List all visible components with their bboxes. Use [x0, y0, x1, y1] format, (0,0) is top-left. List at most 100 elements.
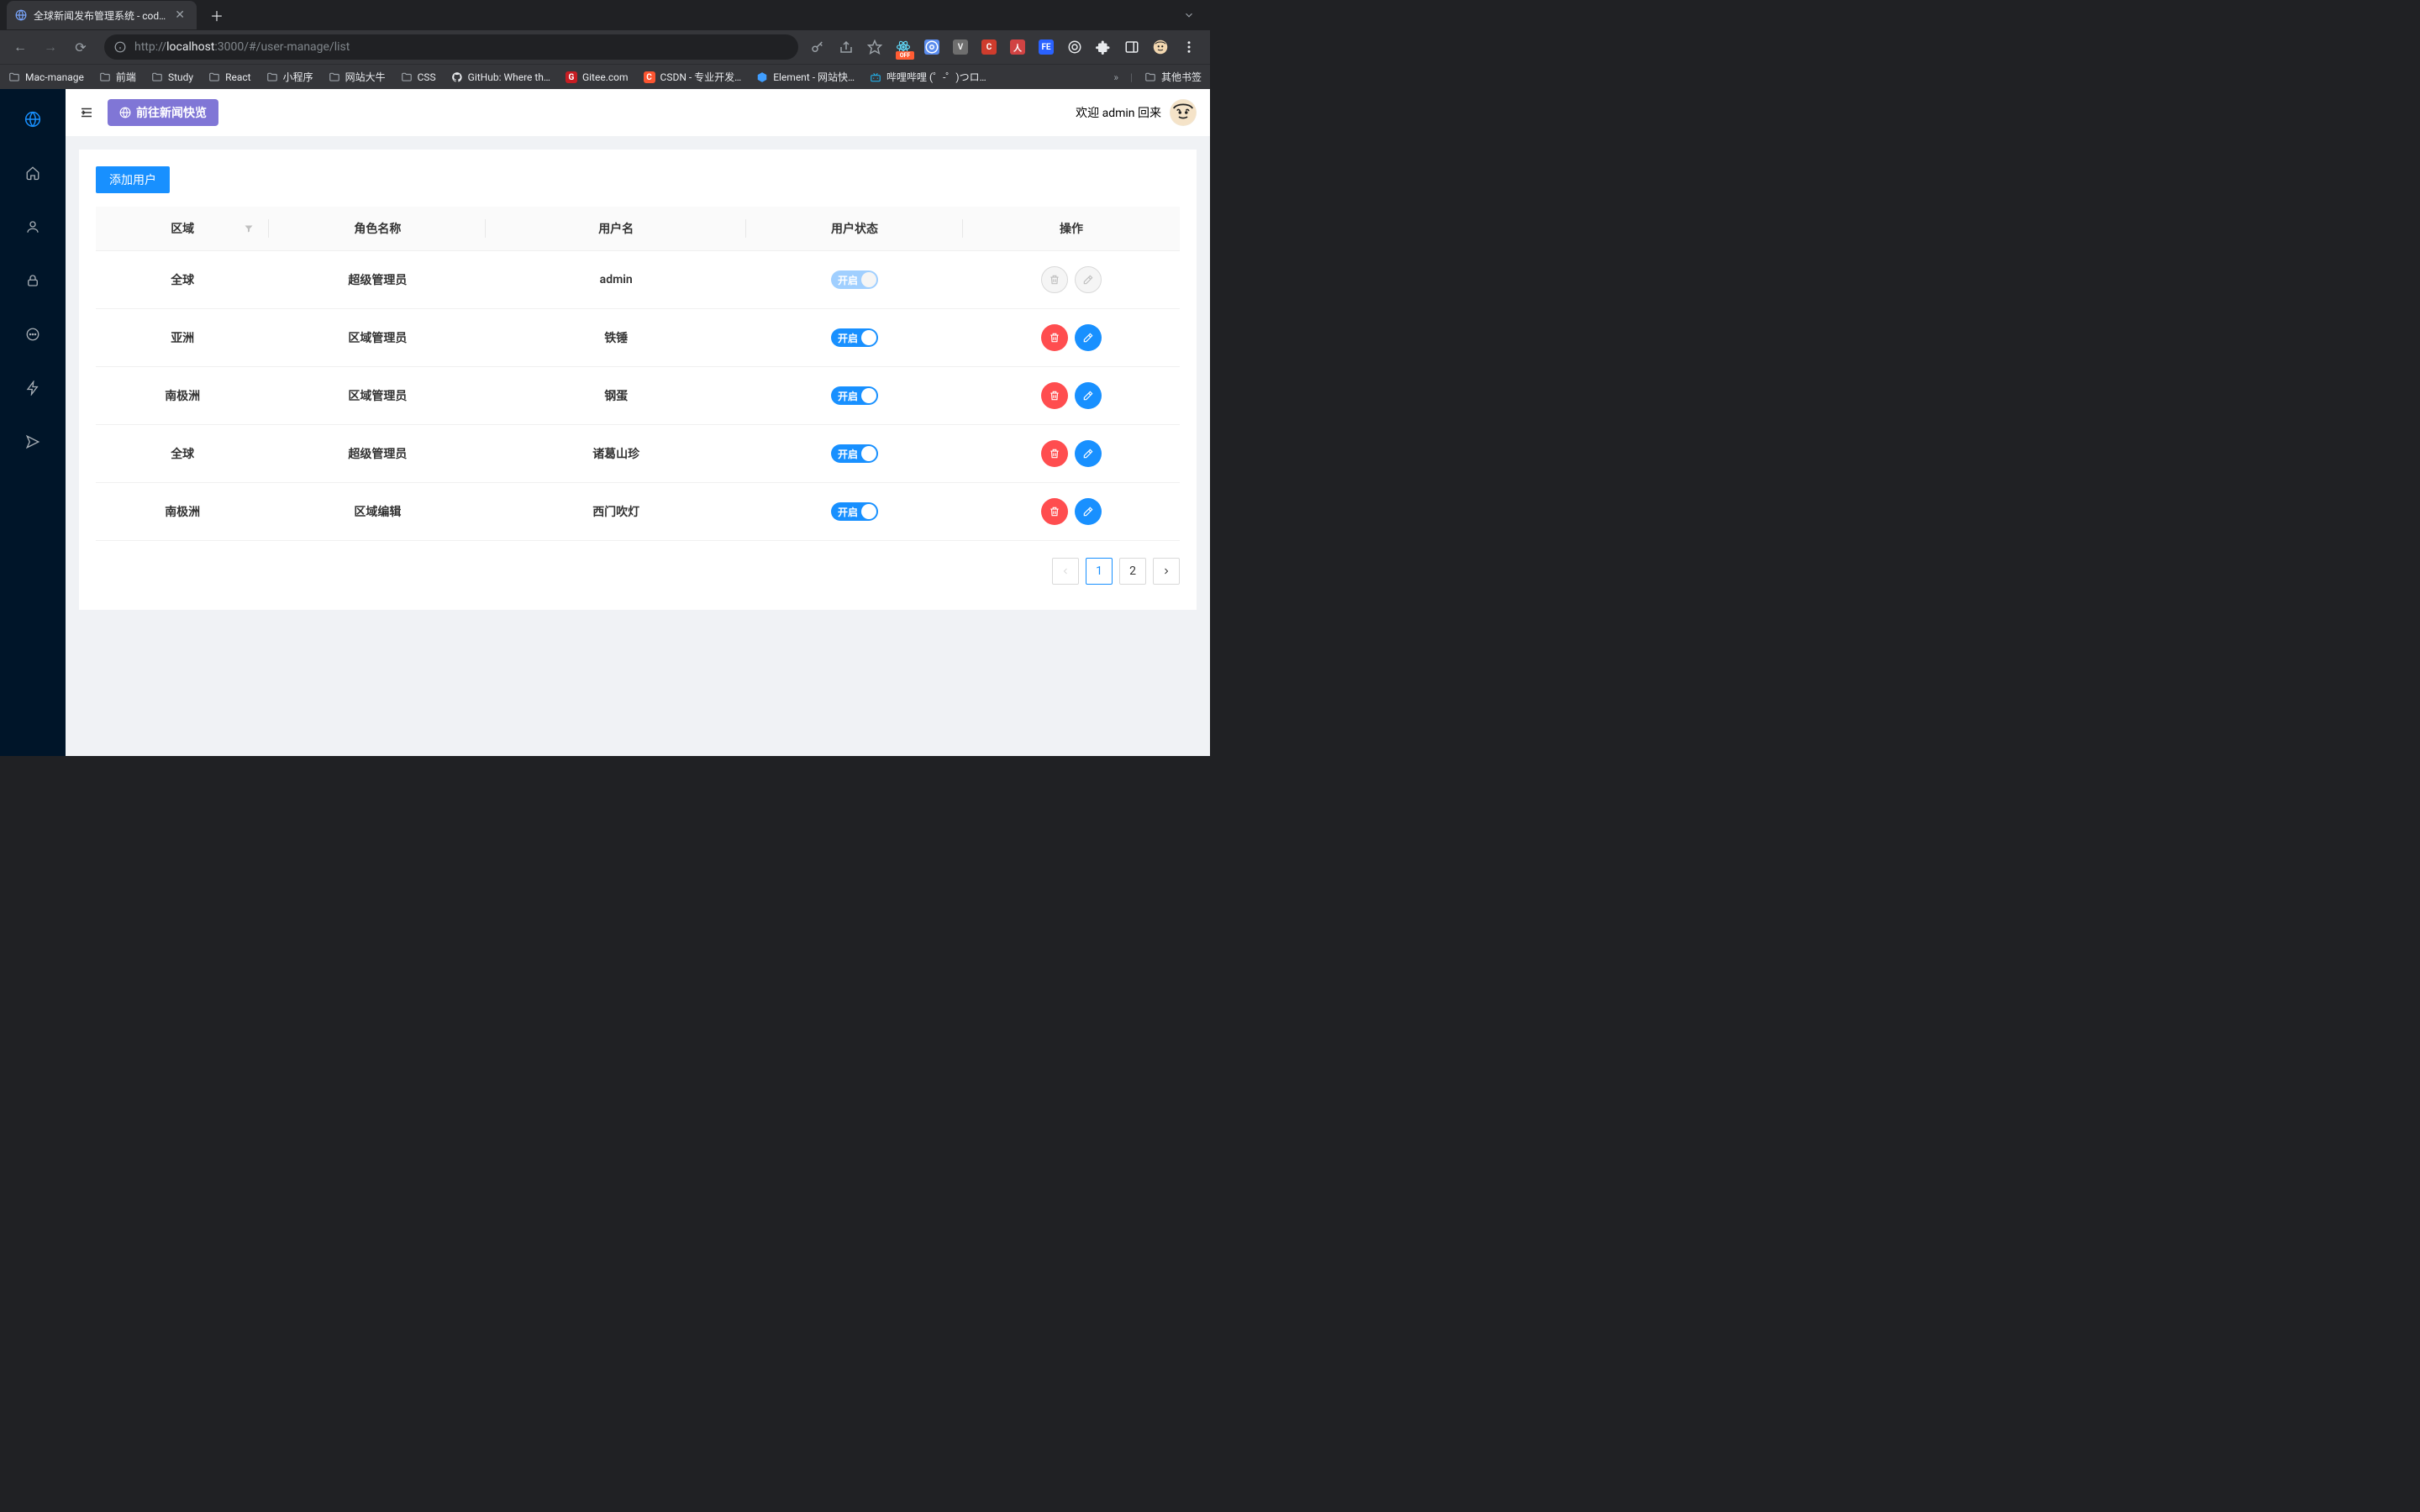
delete-button[interactable]	[1041, 498, 1068, 525]
extensions-icon[interactable]	[1096, 39, 1111, 55]
bookmark-item[interactable]: 小程序	[266, 70, 313, 84]
cell-role: 区域编辑	[269, 483, 486, 541]
extension-vue-icon[interactable]: V	[953, 39, 968, 55]
extension-target-icon[interactable]	[1067, 39, 1082, 55]
add-user-button[interactable]: 添加用户	[96, 166, 170, 193]
close-icon[interactable]: ✕	[175, 8, 185, 22]
bookmark-item[interactable]: 哔哩哔哩 (゜-゜)つロ…	[870, 70, 986, 84]
bookmark-icon	[401, 71, 413, 83]
cell-username: 诸葛山珍	[486, 425, 746, 483]
user-avatar[interactable]	[1170, 99, 1197, 126]
status-switch[interactable]: 开启	[831, 386, 878, 405]
sidebar-item-global[interactable]	[0, 102, 66, 136]
bookmark-item[interactable]: Element - 网站快…	[756, 70, 855, 84]
cell-username: 钢蛋	[486, 367, 746, 425]
star-icon[interactable]	[867, 39, 882, 55]
cell-region: 南极洲	[96, 367, 269, 425]
bookmark-item[interactable]: CSS	[401, 71, 436, 83]
delete-button[interactable]	[1041, 440, 1068, 467]
other-bookmarks[interactable]: 其他书签	[1144, 70, 1202, 84]
new-tab-button[interactable]: ＋	[210, 5, 224, 25]
bookmark-item[interactable]: Mac-manage	[8, 71, 84, 83]
toolbar-right-icons: OFF V C 人 FE	[810, 39, 1202, 55]
chevron-down-icon[interactable]	[1183, 9, 1195, 21]
cell-role: 超级管理员	[269, 251, 486, 309]
browser-tab[interactable]: 全球新闻发布管理系统 - codeM ✕	[7, 1, 197, 29]
cell-region: 全球	[96, 425, 269, 483]
bookmark-item[interactable]: C CSDN - 专业开发…	[644, 70, 742, 84]
delete-button	[1041, 266, 1068, 293]
edit-button	[1075, 266, 1102, 293]
user-table: 区域 角色名称 用户名 用户状态 操作 全球超级管理员admin开启亚洲区域管理…	[96, 207, 1180, 541]
bookmark-item[interactable]: 网站大牛	[329, 70, 386, 84]
cell-status: 开启	[746, 251, 963, 309]
cell-username: admin	[486, 251, 746, 309]
cell-status: 开启	[746, 309, 963, 367]
edit-button[interactable]	[1075, 324, 1102, 351]
page-prev-button[interactable]	[1052, 558, 1079, 585]
page-number-2[interactable]: 2	[1119, 558, 1146, 585]
edit-button[interactable]	[1075, 382, 1102, 409]
address-toolbar: ← → ⟳ http://localhost:3000/#/user-manag…	[0, 30, 1210, 64]
bookmark-item[interactable]: 前端	[99, 70, 136, 84]
go-to-news-preview-button[interactable]: 前往新闻快览	[108, 99, 218, 126]
bookmark-icon	[756, 71, 768, 83]
sidebar-item-users[interactable]	[0, 210, 66, 244]
switch-knob	[861, 504, 876, 519]
cell-status: 开启	[746, 483, 963, 541]
status-switch[interactable]: 开启	[831, 502, 878, 521]
browser-tab-title: 全球新闻发布管理系统 - codeM	[34, 8, 168, 23]
extension-c-icon[interactable]: C	[981, 39, 997, 55]
column-header-region: 区域	[96, 207, 269, 251]
nav-back-button[interactable]: ←	[8, 39, 32, 55]
page-next-button[interactable]	[1153, 558, 1180, 585]
address-url: http://localhost:3000/#/user-manage/list	[134, 40, 788, 54]
extension-red-icon[interactable]: 人	[1010, 39, 1025, 55]
bookmark-icon	[99, 71, 111, 83]
key-icon[interactable]	[810, 39, 825, 55]
table-row: 南极洲区域编辑西门吹灯开启	[96, 483, 1180, 541]
delete-button[interactable]	[1041, 382, 1068, 409]
filter-icon[interactable]	[244, 223, 254, 234]
extension-fe-icon[interactable]: FE	[1039, 39, 1054, 55]
cell-status: 开启	[746, 367, 963, 425]
extension-icon[interactable]	[924, 39, 939, 55]
sidebar-item-send[interactable]	[0, 425, 66, 459]
sidebar-item-comments[interactable]	[0, 318, 66, 351]
profile-avatar-icon[interactable]	[1153, 39, 1168, 55]
tabs-bar: 全球新闻发布管理系统 - codeM ✕ ＋	[0, 0, 1210, 30]
sidebar-item-home[interactable]	[0, 156, 66, 190]
bookmark-label: GitHub: Where th…	[468, 71, 550, 83]
nav-forward-button[interactable]: →	[39, 39, 62, 55]
share-icon[interactable]	[839, 39, 854, 55]
welcome-text: 欢迎 admin 回来	[1076, 99, 1197, 126]
sidebar-item-security[interactable]	[0, 264, 66, 297]
nav-reload-button[interactable]: ⟳	[69, 39, 92, 55]
cell-role: 超级管理员	[269, 425, 486, 483]
main-area: 前往新闻快览 欢迎 admin 回来 添加用户	[66, 89, 1210, 756]
status-switch[interactable]: 开启	[831, 328, 878, 347]
info-icon	[114, 41, 126, 53]
edit-button[interactable]	[1075, 498, 1102, 525]
table-row: 全球超级管理员admin开启	[96, 251, 1180, 309]
address-bar[interactable]: http://localhost:3000/#/user-manage/list	[104, 34, 798, 60]
bookmarks-overflow-icon[interactable]: »	[1113, 71, 1118, 83]
status-switch[interactable]: 开启	[831, 444, 878, 463]
bookmark-label: Mac-manage	[25, 71, 84, 83]
delete-button[interactable]	[1041, 324, 1068, 351]
column-header-actions: 操作	[963, 207, 1180, 251]
kebab-menu-icon[interactable]	[1181, 39, 1197, 55]
bookmark-item[interactable]: GGitee.com	[566, 71, 629, 84]
sidebar-item-activity[interactable]	[0, 371, 66, 405]
page-number-1[interactable]: 1	[1086, 558, 1113, 585]
bookmark-icon: C	[644, 71, 655, 84]
bookmark-label: CSDN - 专业开发…	[660, 70, 742, 84]
bookmark-icon	[870, 71, 881, 83]
menu-unfold-icon[interactable]	[79, 105, 94, 120]
side-panel-icon[interactable]	[1124, 39, 1139, 55]
extension-react-devtools-icon[interactable]: OFF	[896, 39, 911, 55]
bookmark-item[interactable]: React	[208, 71, 251, 83]
bookmark-item[interactable]: Study	[151, 71, 193, 83]
bookmark-item[interactable]: GitHub: Where th…	[451, 71, 550, 83]
edit-button[interactable]	[1075, 440, 1102, 467]
